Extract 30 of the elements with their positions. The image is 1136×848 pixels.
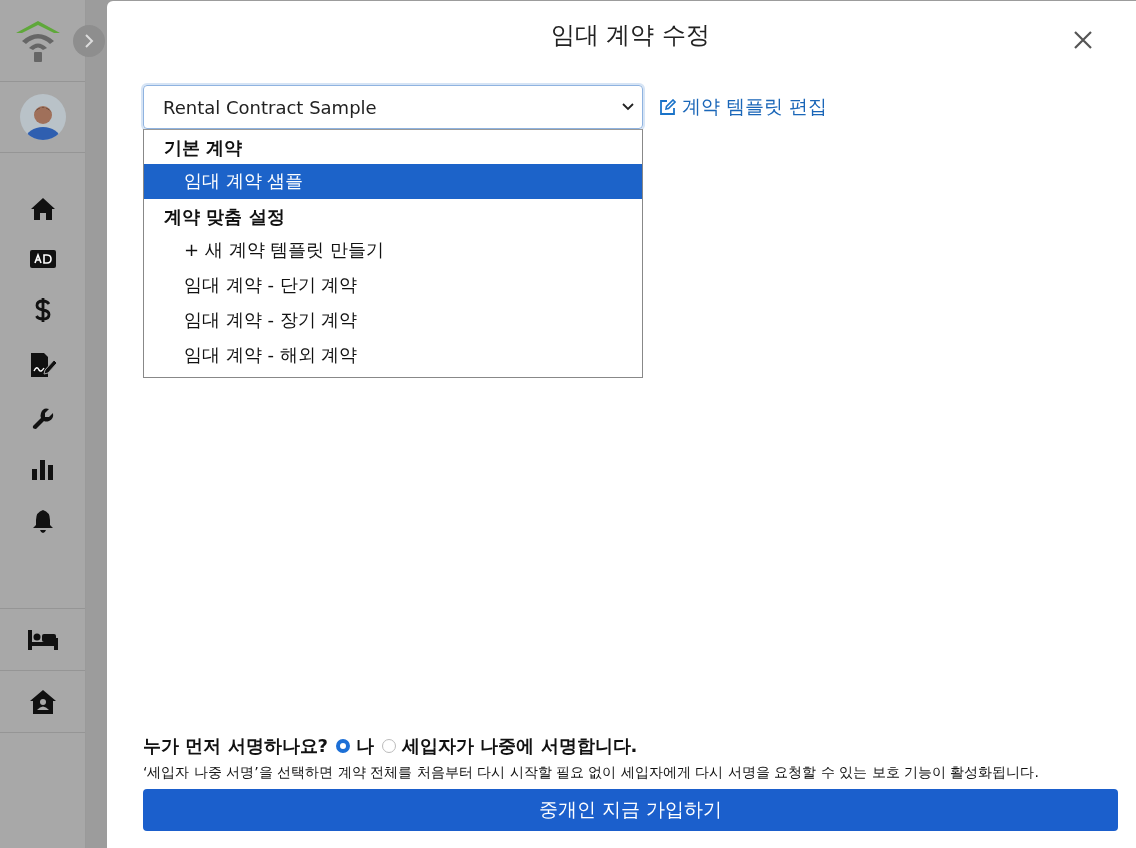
option-group-label: 기본 계약 — [163, 136, 244, 160]
edit-template-link[interactable]: 계약 템플릿 편집 — [659, 94, 828, 120]
wrench-icon[interactable] — [30, 407, 55, 431]
home-icon[interactable] — [29, 197, 56, 221]
dialog-title: 임대 계약 수정 — [550, 20, 711, 51]
edit-icon — [659, 98, 676, 116]
chevron-right-icon — [84, 34, 94, 48]
chevron-down-icon — [622, 103, 634, 111]
house-person-icon[interactable] — [28, 688, 57, 715]
option-group-label: 계약 맞춤 설정 — [163, 205, 286, 229]
signing-note: ‘세입자 나중 서명’을 선택하면 계약 전체를 처음부터 다시 시작할 필요 없이 세입자에게 다시 서명을 요청할 수 있는 보호 기능이 활성화됩니다. — [143, 764, 1040, 782]
dropdown-option[interactable]: 임대 계약 샘플 — [144, 164, 642, 199]
submit-button[interactable]: 중개인 지금 가입하기 — [143, 789, 1118, 831]
dropdown-option[interactable]: 임대 계약 - 해외 계약 — [144, 338, 642, 373]
avatar[interactable] — [19, 94, 66, 140]
bed-icon[interactable] — [27, 629, 58, 650]
bell-icon[interactable] — [31, 509, 54, 533]
radio-option[interactable]: 나 — [336, 734, 374, 758]
close-button[interactable] — [1072, 29, 1094, 51]
close-icon — [1073, 30, 1093, 50]
dropdown-option[interactable]: 임대 계약 - 단기 계약 — [144, 268, 642, 303]
template-select[interactable]: Rental Contract Sample — [143, 85, 643, 129]
dropdown-option[interactable]: + 새 계약 템플릿 만들기 — [144, 233, 642, 268]
dropdown-option[interactable]: 임대 계약 - 장기 계약 — [144, 303, 642, 338]
ad-icon[interactable] — [29, 250, 56, 268]
document-pen-icon[interactable] — [28, 352, 57, 378]
radio-option[interactable]: 세입자가 나중에 서명합니다. — [382, 734, 638, 758]
signing-question: 누가 먼저 서명하나요? — [143, 734, 328, 758]
bar-chart-icon[interactable] — [31, 460, 54, 480]
dollar-icon[interactable] — [34, 297, 51, 323]
